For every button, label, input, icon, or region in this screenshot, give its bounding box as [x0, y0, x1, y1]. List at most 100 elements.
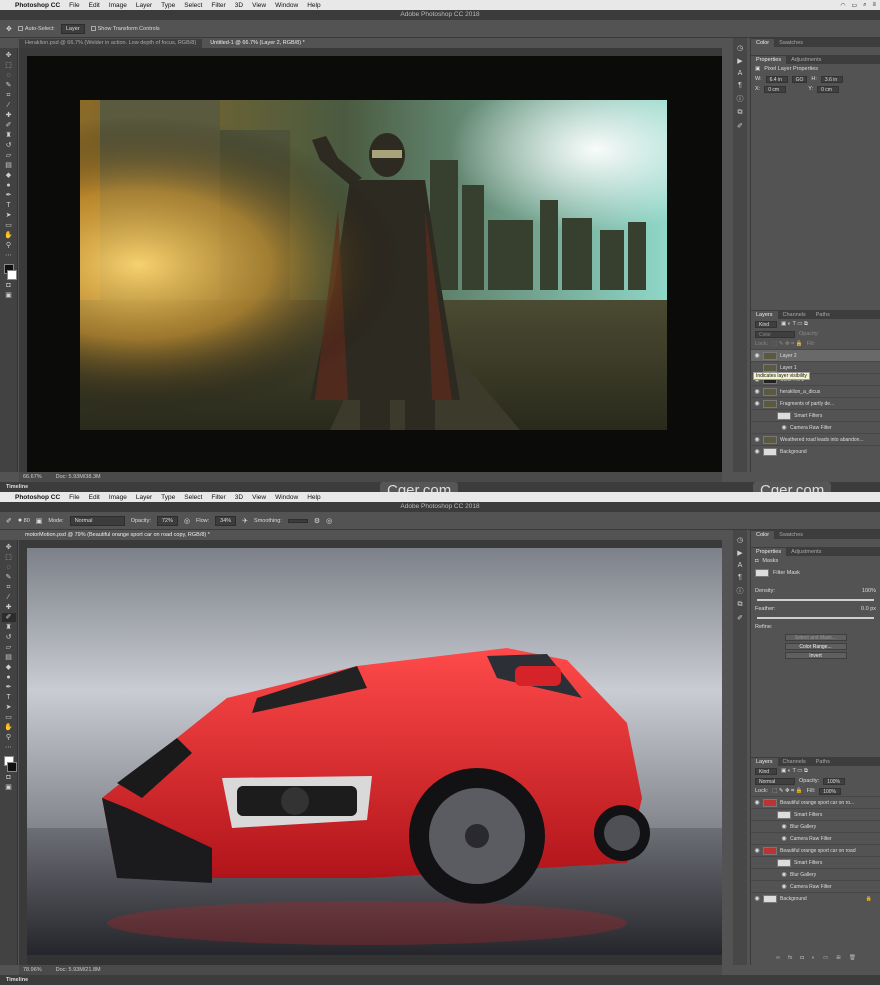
pressure-opacity-icon[interactable]: ◎: [184, 517, 190, 525]
auto-select-dropdown[interactable]: Layer: [60, 23, 85, 34]
filter-row[interactable]: ◉ Blur Gallery: [751, 820, 880, 832]
menu-layer[interactable]: Layer: [136, 2, 152, 9]
kind-filter-dropdown[interactable]: Kind: [755, 320, 777, 328]
screen-mode-icon[interactable]: ▣: [2, 291, 16, 300]
fx-icon[interactable]: fx: [788, 955, 792, 961]
tab-paths[interactable]: Paths: [811, 311, 835, 319]
menu-type[interactable]: Type: [161, 494, 175, 501]
smart-filters-row[interactable]: Smart Filters: [751, 856, 880, 868]
layer-row[interactable]: ◉ Background 🔒: [751, 892, 880, 904]
pen-tool-icon[interactable]: ✒: [2, 191, 16, 200]
stamp-tool-icon[interactable]: ♜: [2, 623, 16, 632]
menu-image[interactable]: Image: [109, 2, 127, 9]
paragraph-icon[interactable]: ¶: [738, 574, 742, 581]
airbrush-icon[interactable]: ✈: [242, 517, 248, 525]
tab-adjustments[interactable]: Adjustments: [786, 548, 826, 556]
eye-icon[interactable]: ◉: [781, 424, 787, 431]
opacity-field[interactable]: 100%: [823, 777, 846, 785]
search-icon[interactable]: ⌕: [863, 2, 866, 9]
eye-icon[interactable]: ◉: [781, 823, 787, 830]
filter-icons[interactable]: ▣ ◐ T ▭ ⧉: [781, 321, 808, 328]
invert-button[interactable]: Invert: [784, 652, 847, 659]
eraser-tool-icon[interactable]: ▱: [2, 643, 16, 652]
info-icon[interactable]: ⓘ: [737, 94, 744, 104]
eye-icon[interactable]: ◉: [781, 871, 787, 878]
eye-icon[interactable]: ◉: [754, 388, 760, 395]
libraries-icon[interactable]: ⧉: [738, 109, 743, 117]
layer-row[interactable]: ◉ Weathered road leads into abandon...: [751, 433, 880, 445]
path-select-icon[interactable]: ➤: [2, 211, 16, 220]
layer-row[interactable]: ◉ Fragments of partly de...: [751, 397, 880, 409]
tab-heraklion[interactable]: Heraklion.psd @ 66.7% (Welder in action.…: [19, 39, 203, 48]
more-tools-icon[interactable]: ⋯: [2, 251, 16, 260]
filter-row[interactable]: ◉ Camera Raw Filter: [751, 880, 880, 892]
document-canvas[interactable]: [27, 56, 722, 472]
brush-settings-icon[interactable]: ▣: [36, 517, 43, 525]
menu-file[interactable]: File: [69, 494, 79, 501]
dodge-tool-icon[interactable]: ●: [2, 673, 16, 682]
gradient-tool-icon[interactable]: ▤: [2, 653, 16, 662]
play-icon[interactable]: ▶: [737, 549, 742, 557]
tab-properties[interactable]: Properties: [751, 56, 787, 64]
smoothing-field[interactable]: [287, 518, 308, 523]
background-color-swatch[interactable]: [7, 270, 17, 280]
feather-value[interactable]: 0.0 px: [861, 606, 876, 612]
new-layer-icon[interactable]: ⊞: [836, 955, 841, 961]
menu-view[interactable]: View: [252, 494, 266, 501]
quick-mask-icon[interactable]: ◘: [2, 281, 16, 290]
menu-image[interactable]: Image: [109, 494, 127, 501]
tab-color[interactable]: Color: [751, 531, 775, 539]
blur-tool-icon[interactable]: ◆: [2, 171, 16, 180]
crop-tool-icon[interactable]: ⌗: [2, 91, 16, 100]
eye-icon[interactable]: ◉: [754, 448, 760, 455]
character-icon[interactable]: A: [738, 562, 743, 569]
list-icon[interactable]: ≡: [872, 2, 876, 8]
smart-filters-row[interactable]: Smart Filters: [751, 409, 880, 421]
healing-tool-icon[interactable]: ✚: [2, 111, 16, 120]
pressure-size-icon[interactable]: ◎: [326, 517, 332, 525]
layer-row[interactable]: ◉ Layer 2: [751, 349, 880, 361]
type-tool-icon[interactable]: T: [2, 201, 16, 210]
brushes-icon[interactable]: ✐: [737, 122, 743, 130]
eyedropper-tool-icon[interactable]: ⁄: [2, 101, 16, 110]
blend-mode-dropdown[interactable]: Color: [755, 330, 795, 338]
stamp-tool-icon[interactable]: ♜: [2, 131, 16, 140]
trash-icon[interactable]: 🗑: [849, 955, 856, 961]
tab-layers[interactable]: Layers: [751, 758, 778, 766]
move-tool-icon[interactable]: ✥: [6, 25, 12, 33]
tab-color[interactable]: Color: [751, 39, 775, 47]
menu-select[interactable]: Select: [184, 494, 202, 501]
select-and-mask-button[interactable]: Select and Mask...: [784, 634, 847, 641]
add-mask-icon[interactable]: ◘: [800, 955, 803, 961]
menu-filter[interactable]: Filter: [211, 494, 225, 501]
type-tool-icon[interactable]: T: [2, 693, 16, 702]
filter-icons[interactable]: ▣ ◐ T ▭ ⧉: [781, 768, 808, 775]
history-icon[interactable]: ◷: [737, 536, 743, 544]
fill-field[interactable]: 100%: [819, 787, 842, 795]
tab-swatches[interactable]: Swatches: [774, 39, 808, 47]
eyedropper-tool-icon[interactable]: ⁄: [2, 593, 16, 602]
wifi-icon[interactable]: ◠: [840, 2, 845, 9]
eye-icon[interactable]: ◉: [754, 847, 760, 854]
app-menu[interactable]: Photoshop CC: [15, 2, 60, 9]
history-brush-icon[interactable]: ↺: [2, 141, 16, 150]
screen-mode-icon[interactable]: ▣: [2, 783, 16, 792]
blend-mode-dropdown[interactable]: Normal: [755, 777, 795, 785]
eye-icon[interactable]: ◉: [754, 400, 760, 407]
mode-dropdown[interactable]: Normal: [69, 515, 125, 526]
paragraph-icon[interactable]: ¶: [738, 82, 742, 89]
history-icon[interactable]: ◷: [737, 44, 743, 52]
menu-window[interactable]: Window: [275, 2, 298, 9]
tab-channels[interactable]: Channels: [778, 311, 811, 319]
libraries-icon[interactable]: ⧉: [738, 601, 743, 609]
tab-swatches[interactable]: Swatches: [774, 531, 808, 539]
menu-edit[interactable]: Edit: [89, 494, 100, 501]
move-tool-icon[interactable]: ✥: [2, 543, 16, 552]
battery-icon[interactable]: ▭: [851, 2, 857, 9]
app-menu[interactable]: Photoshop CC: [15, 494, 60, 501]
lock-icons[interactable]: ⬚ ✎ ✥ ⌗ 🔒: [772, 788, 802, 795]
smart-filters-row[interactable]: Smart Filters: [751, 808, 880, 820]
gradient-tool-icon[interactable]: ▤: [2, 161, 16, 170]
auto-select-checkbox[interactable]: Auto-Select:: [17, 26, 55, 32]
link-button[interactable]: GO: [791, 75, 808, 83]
